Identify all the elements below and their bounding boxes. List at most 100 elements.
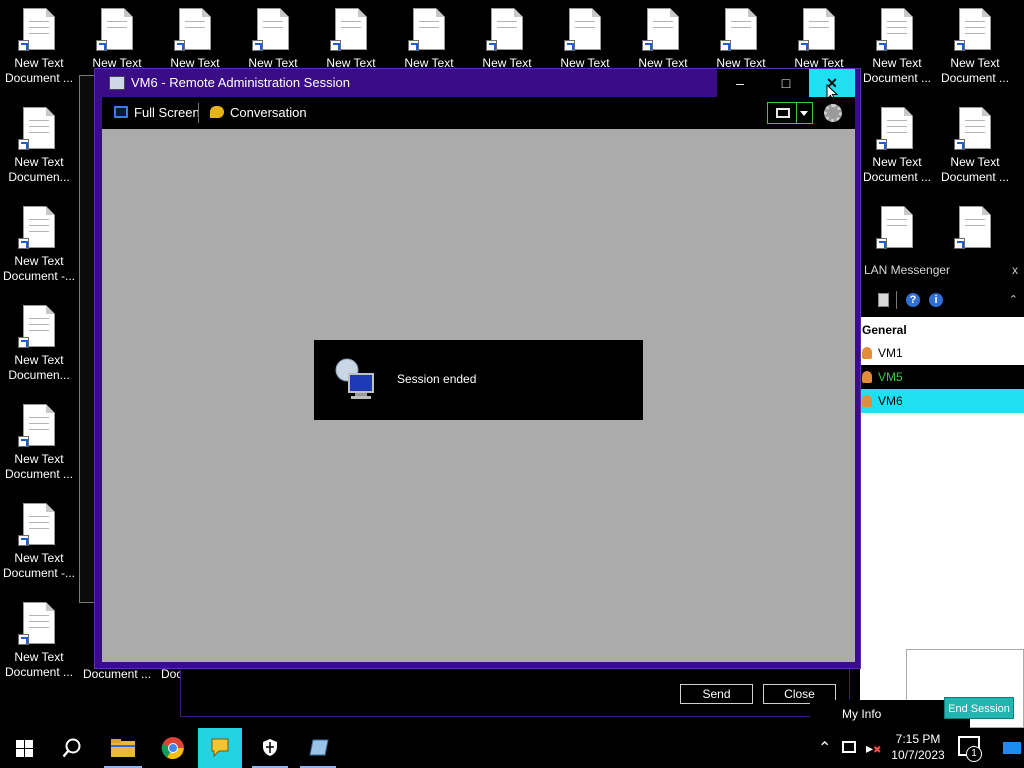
full-screen-label: Full Screen <box>134 105 200 120</box>
shortcut-arrow-icon <box>18 337 29 348</box>
search-button[interactable] <box>48 728 96 768</box>
lan-messenger-taskbar-button[interactable] <box>198 728 242 768</box>
chevron-up-icon[interactable]: ⌃ <box>818 738 831 758</box>
start-button[interactable] <box>0 728 48 768</box>
text-document-icon <box>486 8 523 51</box>
multi-screen-icon <box>776 108 790 118</box>
text-document-icon <box>18 8 55 51</box>
desktop-icon[interactable]: New Text Document ... <box>936 8 1014 100</box>
remote-admin-app-icon <box>109 76 125 90</box>
text-document-icon <box>18 404 55 447</box>
text-document-icon <box>954 107 991 150</box>
end-session-button[interactable]: End Session <box>944 697 1014 719</box>
lan-messenger-title: LAN Messenger <box>864 263 951 277</box>
icon-label: New Text <box>872 155 922 169</box>
shortcut-arrow-icon <box>18 139 29 150</box>
icon-label: New Text <box>14 452 64 466</box>
shortcut-arrow-icon <box>408 40 419 51</box>
clock[interactable]: 7:15 PM 10/7/2023 <box>888 731 948 763</box>
user-name: VM1 <box>878 346 903 360</box>
remote-session-toolbar: Full Screen Conversation <box>102 97 855 129</box>
text-document-icon <box>18 602 55 645</box>
desktop-icon[interactable]: New Text Document ... <box>0 404 78 496</box>
security-taskbar-button[interactable] <box>248 728 292 768</box>
group-header[interactable]: General <box>860 319 1024 341</box>
desktop-icon[interactable]: New Text Documen... <box>0 305 78 397</box>
text-document-icon <box>252 8 289 51</box>
shortcut-arrow-icon <box>18 436 29 447</box>
conversation-button[interactable]: Conversation <box>210 97 307 129</box>
chrome-taskbar-button[interactable] <box>150 728 196 768</box>
shortcut-arrow-icon <box>642 40 653 51</box>
desktop-preview-icon <box>1003 742 1021 754</box>
lan-messenger-titlebar: LAN Messenger x <box>860 257 1024 283</box>
desktop-icon[interactable]: New Text Document ... <box>858 107 936 199</box>
icon-label: Document ... <box>4 665 74 679</box>
shortcut-arrow-icon <box>96 40 107 51</box>
conversation-window: Send Close <box>180 664 850 717</box>
desktop-icon[interactable]: New Text Document ... <box>858 8 936 100</box>
desktop-icon[interactable]: New Text Document ... <box>936 107 1014 199</box>
show-desktop-button[interactable] <box>1000 728 1024 768</box>
shortcut-arrow-icon <box>174 40 185 51</box>
remote-admin-taskbar-button[interactable] <box>296 728 340 768</box>
file-explorer-taskbar-button[interactable] <box>100 728 146 768</box>
user-name: VM6 <box>878 394 903 408</box>
lan-messenger-close-button[interactable]: x <box>1012 257 1018 283</box>
desktop-icon[interactable]: New Text Document -... <box>0 206 78 298</box>
text-document-icon <box>18 107 55 150</box>
icon-label: Document ... <box>4 467 74 481</box>
shortcut-arrow-icon <box>18 40 29 51</box>
shortcut-arrow-icon <box>330 40 341 51</box>
full-screen-button[interactable]: Full Screen <box>114 97 200 129</box>
user-avatar-icon <box>862 347 872 359</box>
minimize-button[interactable]: – <box>717 69 763 97</box>
note-icon[interactable] <box>878 293 889 307</box>
shortcut-arrow-icon <box>798 40 809 51</box>
icon-label: New Text <box>14 56 64 70</box>
icon-label: Documen... <box>8 170 70 184</box>
icon-label: New Text <box>14 551 64 565</box>
shield-icon <box>263 739 277 756</box>
send-button[interactable]: Send <box>680 684 753 704</box>
icon-label: New Text <box>14 254 64 268</box>
icon-label: Document -... <box>2 269 76 283</box>
text-document-icon <box>642 8 679 51</box>
conversation-label: Conversation <box>230 105 307 120</box>
user-item-vm5[interactable]: VM5 <box>860 365 1024 389</box>
taskbar: ⌃ ▸✖ 7:15 PM 10/7/2023 1 <box>0 728 1024 768</box>
desktop-icon[interactable]: New Text Document -... <box>0 503 78 595</box>
shortcut-arrow-icon <box>18 238 29 249</box>
text-document-icon <box>876 8 913 51</box>
info-icon[interactable]: i <box>929 293 943 307</box>
shortcut-arrow-icon <box>876 238 887 249</box>
text-document-icon <box>18 503 55 546</box>
user-item-vm1[interactable]: VM1 <box>860 341 1024 365</box>
text-document-icon <box>798 8 835 51</box>
desktop-icon[interactable]: New Text Document ... <box>0 8 78 100</box>
full-screen-icon <box>114 106 128 118</box>
desktop: New Text Document ... New Text Documen... … <box>0 0 1024 728</box>
volume-muted-icon[interactable]: ▸✖ <box>866 740 881 757</box>
shortcut-arrow-icon <box>876 40 887 51</box>
view-mode-selector[interactable] <box>767 102 813 124</box>
chevron-down-icon[interactable] <box>796 103 812 123</box>
text-document-icon <box>954 206 991 249</box>
icon-label: Document ... <box>862 71 932 85</box>
chevron-up-icon[interactable]: ⌃ <box>1009 293 1018 306</box>
user-item-vm6[interactable]: VM6 <box>860 389 1024 413</box>
remote-screen-area[interactable]: Session ended <box>102 129 855 662</box>
desktop-icon[interactable]: New Text Documen... <box>0 107 78 199</box>
session-ended-message: Session ended <box>397 372 477 386</box>
network-icon[interactable] <box>842 741 856 753</box>
help-icon[interactable]: ? <box>906 293 920 307</box>
maximize-button[interactable]: □ <box>763 69 809 97</box>
my-info-label: My Info <box>842 707 882 721</box>
messenger-icon <box>211 738 229 758</box>
icon-label: Document ... <box>83 667 152 681</box>
text-document-icon <box>720 8 757 51</box>
icon-label: Document ... <box>4 71 74 85</box>
gear-icon[interactable] <box>824 104 842 122</box>
icon-label: New Text <box>872 56 922 70</box>
desktop-icon[interactable]: New Text Document ... <box>0 602 78 694</box>
